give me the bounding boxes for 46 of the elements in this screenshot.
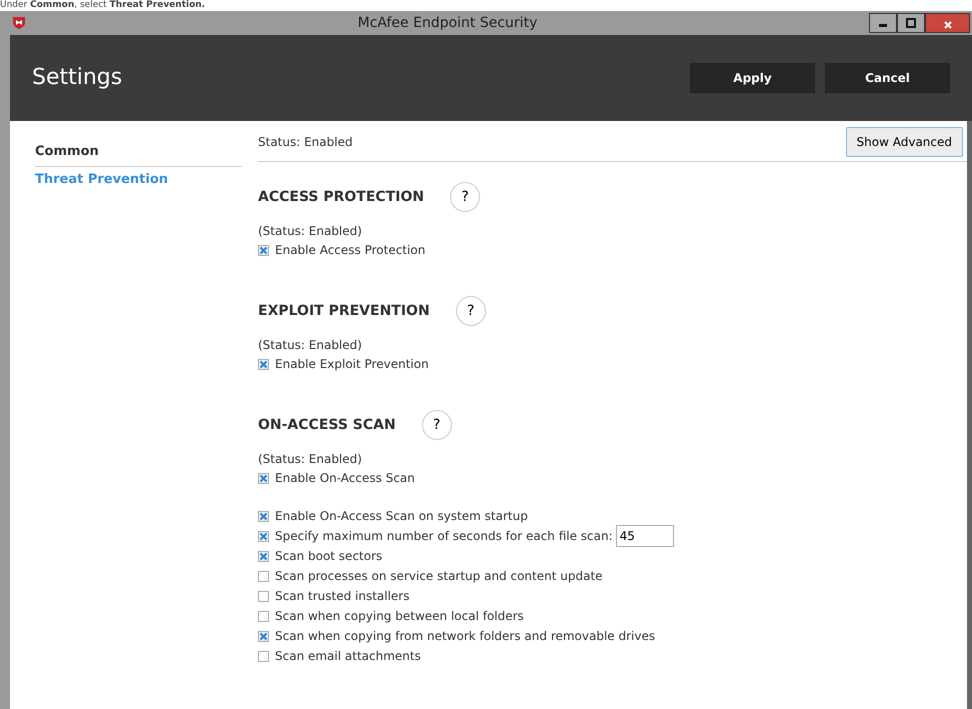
checkbox-label: Scan trusted installers bbox=[275, 588, 410, 605]
section-heading: ON-ACCESS SCAN bbox=[258, 416, 396, 434]
help-button[interactable]: ? bbox=[450, 182, 480, 212]
checkbox[interactable] bbox=[258, 550, 269, 562]
maximize-icon bbox=[906, 18, 916, 28]
seconds-field[interactable]: 45 bbox=[616, 525, 674, 547]
checkbox[interactable] bbox=[258, 244, 269, 256]
checkbox-label: Enable On-Access Scan bbox=[275, 470, 415, 487]
sidebar-item[interactable]: Common bbox=[35, 139, 242, 166]
checkbox[interactable] bbox=[258, 630, 269, 642]
checkbox-label: Enable Access Protection bbox=[275, 242, 426, 259]
cancel-button[interactable]: Cancel bbox=[825, 63, 950, 93]
checkbox[interactable] bbox=[258, 590, 269, 602]
checkbox[interactable] bbox=[258, 610, 269, 622]
help-button[interactable]: ? bbox=[456, 296, 486, 326]
show-advanced-button[interactable]: Show Advanced bbox=[846, 127, 963, 157]
section-status: (Status: Enabled) bbox=[258, 337, 363, 354]
caption-text: Under Common, select Threat Prevention. bbox=[0, 0, 206, 11]
apply-button[interactable]: Apply bbox=[690, 63, 815, 93]
checkbox[interactable] bbox=[258, 530, 269, 542]
section-heading: ACCESS PROTECTION bbox=[258, 188, 424, 206]
checkbox[interactable] bbox=[258, 358, 269, 370]
close-icon bbox=[942, 20, 952, 30]
status-text: Status: Enabled bbox=[258, 134, 353, 151]
checkbox[interactable] bbox=[258, 472, 269, 484]
help-button[interactable]: ? bbox=[422, 410, 452, 440]
section-status: (Status: Enabled) bbox=[258, 223, 363, 240]
close-button[interactable] bbox=[925, 13, 970, 33]
checkbox-label: Scan when copying from network folders and removable drives bbox=[275, 628, 656, 645]
section-heading: EXPLOIT PREVENTION bbox=[258, 302, 430, 320]
checkbox-label: Scan processes on service startup and content update bbox=[275, 568, 603, 585]
checkbox-label: Enable Exploit Prevention bbox=[275, 356, 429, 373]
checkbox-label: Scan boot sectors bbox=[275, 548, 382, 565]
checkbox-label: Specify maximum number of seconds for each file scan: bbox=[275, 528, 613, 545]
window-title: McAfee Endpoint Security bbox=[356, 14, 538, 32]
checkbox[interactable] bbox=[258, 510, 269, 522]
checkbox-label: Scan when copying between local folders bbox=[275, 608, 524, 625]
shield-logo-icon bbox=[12, 16, 26, 30]
checkbox-label: Enable On-Access Scan on system startup bbox=[275, 508, 528, 525]
section-status: (Status: Enabled) bbox=[258, 451, 363, 468]
page-title: Settings bbox=[32, 64, 124, 92]
checkbox[interactable] bbox=[258, 650, 269, 662]
checkbox[interactable] bbox=[258, 570, 269, 582]
checkbox-label: Scan email attachments bbox=[275, 648, 421, 665]
maximize-button[interactable] bbox=[897, 13, 925, 33]
minimize-button[interactable] bbox=[869, 13, 897, 33]
